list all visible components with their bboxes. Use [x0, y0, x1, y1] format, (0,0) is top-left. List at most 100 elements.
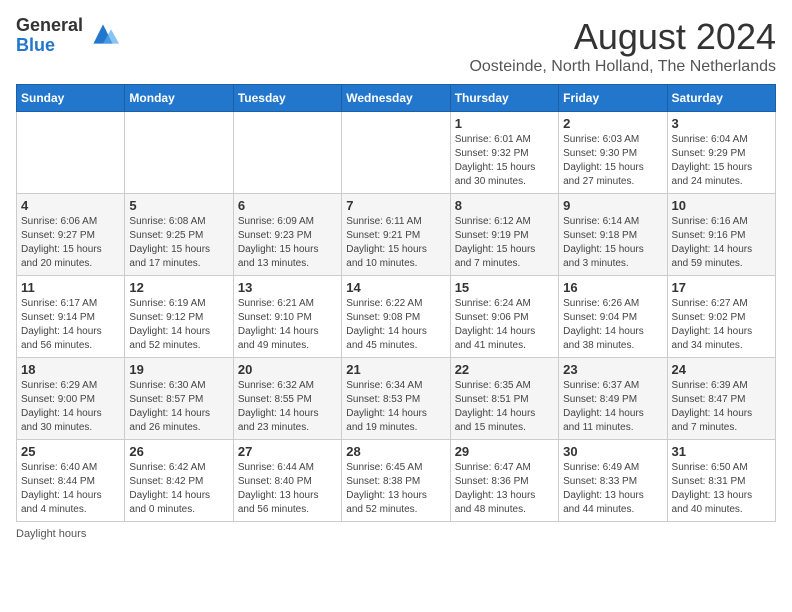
day-number: 8 [455, 198, 554, 213]
calendar-cell: 13 Sunrise: 6:21 AMSunset: 9:10 PMDayligh… [233, 276, 341, 358]
calendar-cell: 31 Sunrise: 6:50 AMSunset: 8:31 PMDayligh… [667, 440, 775, 522]
day-info: Sunrise: 6:24 AMSunset: 9:06 PMDaylight:… [455, 297, 554, 353]
calendar-week-row: 11 Sunrise: 6:17 AMSunset: 9:14 PMDayligh… [17, 276, 776, 358]
calendar-table: SundayMondayTuesdayWednesdayThursdayFrid… [16, 84, 776, 522]
day-number: 14 [346, 280, 445, 295]
day-number: 3 [672, 116, 771, 131]
day-number: 17 [672, 280, 771, 295]
weekday-header-wednesday: Wednesday [342, 85, 450, 112]
day-number: 24 [672, 362, 771, 377]
day-number: 13 [238, 280, 337, 295]
day-number: 10 [672, 198, 771, 213]
calendar-cell [233, 112, 341, 194]
day-number: 28 [346, 444, 445, 459]
day-number: 1 [455, 116, 554, 131]
day-info: Sunrise: 6:30 AMSunset: 8:57 PMDaylight:… [129, 379, 228, 435]
calendar-week-row: 1 Sunrise: 6:01 AMSunset: 9:32 PMDaylight… [17, 112, 776, 194]
calendar-cell: 12 Sunrise: 6:19 AMSunset: 9:12 PMDayligh… [125, 276, 233, 358]
day-info: Sunrise: 6:08 AMSunset: 9:25 PMDaylight:… [129, 215, 228, 271]
day-number: 16 [563, 280, 662, 295]
day-info: Sunrise: 6:01 AMSunset: 9:32 PMDaylight:… [455, 133, 554, 189]
title-section: August 2024 Oosteinde, North Holland, Th… [469, 16, 776, 76]
day-info: Sunrise: 6:26 AMSunset: 9:04 PMDaylight:… [563, 297, 662, 353]
day-info: Sunrise: 6:35 AMSunset: 8:51 PMDaylight:… [455, 379, 554, 435]
day-number: 22 [455, 362, 554, 377]
day-info: Sunrise: 6:04 AMSunset: 9:29 PMDaylight:… [672, 133, 771, 189]
calendar-cell: 8 Sunrise: 6:12 AMSunset: 9:19 PMDaylight… [450, 194, 558, 276]
day-info: Sunrise: 6:03 AMSunset: 9:30 PMDaylight:… [563, 133, 662, 189]
calendar-cell [17, 112, 125, 194]
page-header: General Blue August 2024 Oosteinde, Nort… [16, 16, 776, 76]
calendar-cell: 25 Sunrise: 6:40 AMSunset: 8:44 PMDayligh… [17, 440, 125, 522]
calendar-cell: 26Sunrise: 6:42 AMSunset: 8:42 PMDayligh… [125, 440, 233, 522]
weekday-header-row: SundayMondayTuesdayWednesdayThursdayFrid… [17, 85, 776, 112]
weekday-header-thursday: Thursday [450, 85, 558, 112]
day-info: Sunrise: 6:19 AMSunset: 9:12 PMDaylight:… [129, 297, 228, 353]
calendar-cell: 29Sunrise: 6:47 AMSunset: 8:36 PMDayligh… [450, 440, 558, 522]
day-info: Sunrise: 6:44 AMSunset: 8:40 PMDaylight:… [238, 461, 337, 517]
calendar-cell: 27 Sunrise: 6:44 AMSunset: 8:40 PMDayligh… [233, 440, 341, 522]
day-number: 11 [21, 280, 120, 295]
calendar-cell: 24 Sunrise: 6:39 AMSunset: 8:47 PMDayligh… [667, 358, 775, 440]
calendar-cell [342, 112, 450, 194]
calendar-cell: 16 Sunrise: 6:26 AMSunset: 9:04 PMDayligh… [559, 276, 667, 358]
day-info: Sunrise: 6:22 AMSunset: 9:08 PMDaylight:… [346, 297, 445, 353]
calendar-cell: 23 Sunrise: 6:37 AMSunset: 8:49 PMDayligh… [559, 358, 667, 440]
day-info: Sunrise: 6:40 AMSunset: 8:44 PMDaylight:… [21, 461, 120, 517]
calendar-cell: 19 Sunrise: 6:30 AMSunset: 8:57 PMDayligh… [125, 358, 233, 440]
calendar-cell: 1 Sunrise: 6:01 AMSunset: 9:32 PMDaylight… [450, 112, 558, 194]
calendar-cell: 9Sunrise: 6:14 AMSunset: 9:18 PMDaylight… [559, 194, 667, 276]
weekday-header-tuesday: Tuesday [233, 85, 341, 112]
calendar-week-row: 18Sunrise: 6:29 AMSunset: 9:00 PMDayligh… [17, 358, 776, 440]
calendar-cell: 3 Sunrise: 6:04 AMSunset: 9:29 PMDaylight… [667, 112, 775, 194]
day-number: 4 [21, 198, 120, 213]
month-title: August 2024 [469, 16, 776, 58]
day-info: Sunrise: 6:14 AMSunset: 9:18 PMDaylight:… [563, 215, 662, 271]
weekday-header-saturday: Saturday [667, 85, 775, 112]
calendar-cell: 4 Sunrise: 6:06 AMSunset: 9:27 PMDaylight… [17, 194, 125, 276]
day-number: 27 [238, 444, 337, 459]
calendar-cell: 28 Sunrise: 6:45 AMSunset: 8:38 PMDayligh… [342, 440, 450, 522]
calendar-cell: 30Sunrise: 6:49 AMSunset: 8:33 PMDayligh… [559, 440, 667, 522]
day-number: 18 [21, 362, 120, 377]
day-number: 5 [129, 198, 228, 213]
day-number: 12 [129, 280, 228, 295]
logo-general-text: General [16, 16, 83, 36]
day-number: 30 [563, 444, 662, 459]
day-info: Sunrise: 6:12 AMSunset: 9:19 PMDaylight:… [455, 215, 554, 271]
day-info: Sunrise: 6:47 AMSunset: 8:36 PMDaylight:… [455, 461, 554, 517]
day-info: Sunrise: 6:37 AMSunset: 8:49 PMDaylight:… [563, 379, 662, 435]
day-info: Sunrise: 6:21 AMSunset: 9:10 PMDaylight:… [238, 297, 337, 353]
day-number: 25 [21, 444, 120, 459]
day-info: Sunrise: 6:27 AMSunset: 9:02 PMDaylight:… [672, 297, 771, 353]
day-info: Sunrise: 6:45 AMSunset: 8:38 PMDaylight:… [346, 461, 445, 517]
calendar-cell: 22 Sunrise: 6:35 AMSunset: 8:51 PMDayligh… [450, 358, 558, 440]
calendar-cell: 7 Sunrise: 6:11 AMSunset: 9:21 PMDaylight… [342, 194, 450, 276]
calendar-cell [125, 112, 233, 194]
day-number: 19 [129, 362, 228, 377]
day-number: 20 [238, 362, 337, 377]
calendar-cell: 17 Sunrise: 6:27 AMSunset: 9:02 PMDayligh… [667, 276, 775, 358]
day-number: 31 [672, 444, 771, 459]
calendar-cell: 18Sunrise: 6:29 AMSunset: 9:00 PMDayligh… [17, 358, 125, 440]
logo: General Blue [16, 16, 119, 56]
day-number: 23 [563, 362, 662, 377]
day-info: Sunrise: 6:06 AMSunset: 9:27 PMDaylight:… [21, 215, 120, 271]
day-info: Sunrise: 6:17 AMSunset: 9:14 PMDaylight:… [21, 297, 120, 353]
day-number: 15 [455, 280, 554, 295]
logo-icon [87, 18, 119, 50]
weekday-header-monday: Monday [125, 85, 233, 112]
footer-note: Daylight hours [16, 528, 776, 540]
day-info: Sunrise: 6:09 AMSunset: 9:23 PMDaylight:… [238, 215, 337, 271]
day-info: Sunrise: 6:39 AMSunset: 8:47 PMDaylight:… [672, 379, 771, 435]
location-subtitle: Oosteinde, North Holland, The Netherland… [469, 58, 776, 76]
day-info: Sunrise: 6:34 AMSunset: 8:53 PMDaylight:… [346, 379, 445, 435]
day-number: 21 [346, 362, 445, 377]
day-number: 7 [346, 198, 445, 213]
day-info: Sunrise: 6:11 AMSunset: 9:21 PMDaylight:… [346, 215, 445, 271]
calendar-cell: 14 Sunrise: 6:22 AMSunset: 9:08 PMDayligh… [342, 276, 450, 358]
calendar-cell: 15 Sunrise: 6:24 AMSunset: 9:06 PMDayligh… [450, 276, 558, 358]
day-info: Sunrise: 6:50 AMSunset: 8:31 PMDaylight:… [672, 461, 771, 517]
calendar-cell: 21 Sunrise: 6:34 AMSunset: 8:53 PMDayligh… [342, 358, 450, 440]
day-number: 26 [129, 444, 228, 459]
